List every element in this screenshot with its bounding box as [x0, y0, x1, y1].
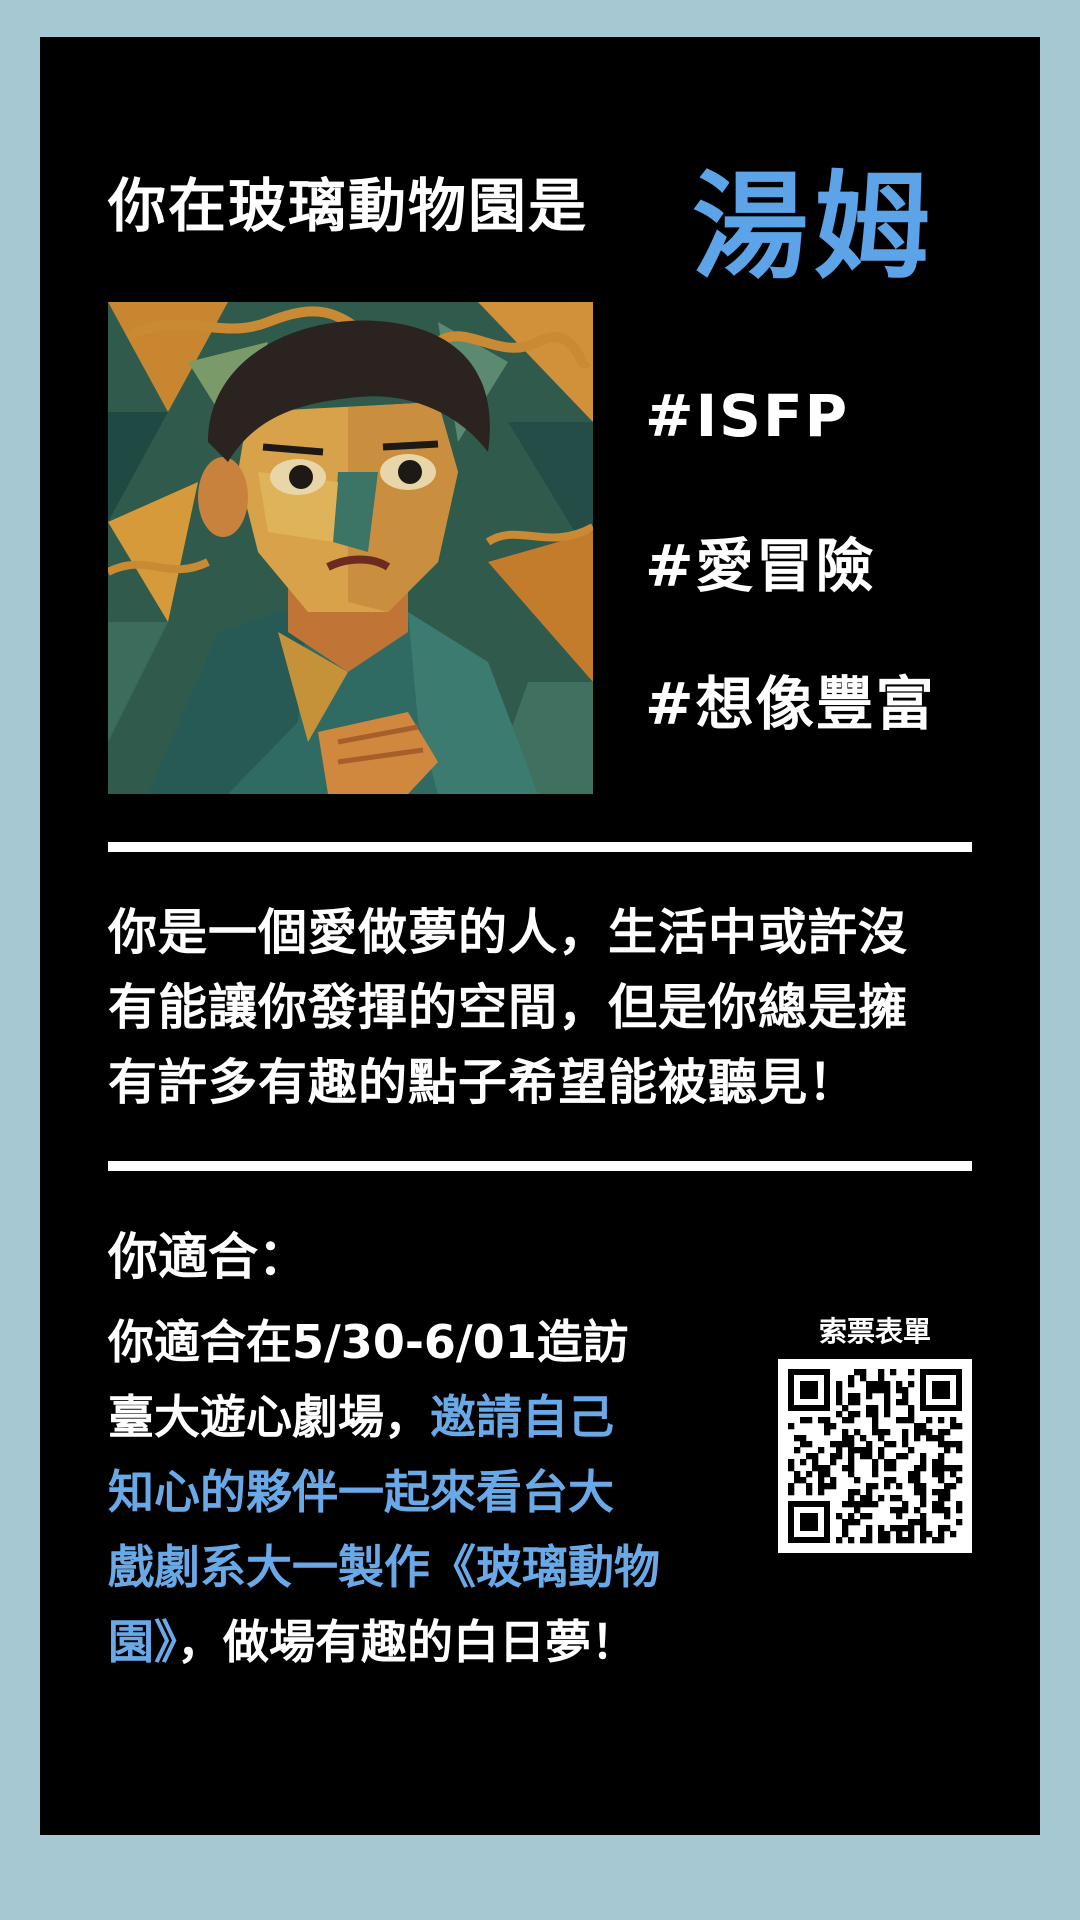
- recommendation-line: 戲劇系大一製作《玻璃動物: [108, 1540, 660, 1594]
- tag-imaginative: #想像豐富: [645, 670, 936, 738]
- portrait-illustration: [108, 302, 593, 794]
- plain-text: ，做場有趣的白日夢！: [177, 1615, 637, 1669]
- recommendation-line: 知心的夥伴一起來看台大: [108, 1465, 614, 1519]
- headline: 你在玻璃動物園是: [108, 172, 589, 240]
- divider: [108, 842, 972, 852]
- plain-text: 臺大遊心劇場，: [108, 1390, 430, 1444]
- character-name: 湯姆: [692, 160, 936, 295]
- personality-description: 你是一個愛做夢的人，生活中或許沒 有能讓你發揮的空間，但是你總是擁 有許多有趣的…: [108, 895, 988, 1120]
- description-line: 你是一個愛做夢的人，生活中或許沒: [108, 904, 909, 961]
- highlight-text: 園》: [108, 1615, 177, 1669]
- recommendation-line: 你適合在5/30-6/01造訪: [108, 1315, 629, 1369]
- description-line: 有許多有趣的點子希望能被聽見！: [108, 1054, 859, 1111]
- description-line: 有能讓你發揮的空間，但是你總是擁: [108, 979, 909, 1036]
- divider: [108, 1161, 972, 1171]
- highlight-text: 邀請自己: [430, 1390, 614, 1444]
- recommendation-text: 你適合在5/30-6/01造訪 臺大遊心劇場，邀請自己 知心的夥伴一起來看台大 …: [108, 1305, 708, 1680]
- recommendation-line: 臺大遊心劇場，邀請自己: [108, 1380, 708, 1455]
- tag-mbti: #ISFP: [645, 382, 850, 450]
- recommendation-line: 園》，做場有趣的白日夢！: [108, 1605, 708, 1680]
- tag-adventurous: #愛冒險: [645, 532, 876, 600]
- ticket-form-label: 索票表單: [818, 1315, 931, 1348]
- result-card: 你在玻璃動物園是 湯姆 #ISFP #愛冒險 #想像豐富 你是一個愛做夢的人，生…: [40, 37, 1040, 1835]
- qr-code-icon[interactable]: [778, 1359, 972, 1553]
- recommendation-title: 你適合：: [108, 1228, 308, 1286]
